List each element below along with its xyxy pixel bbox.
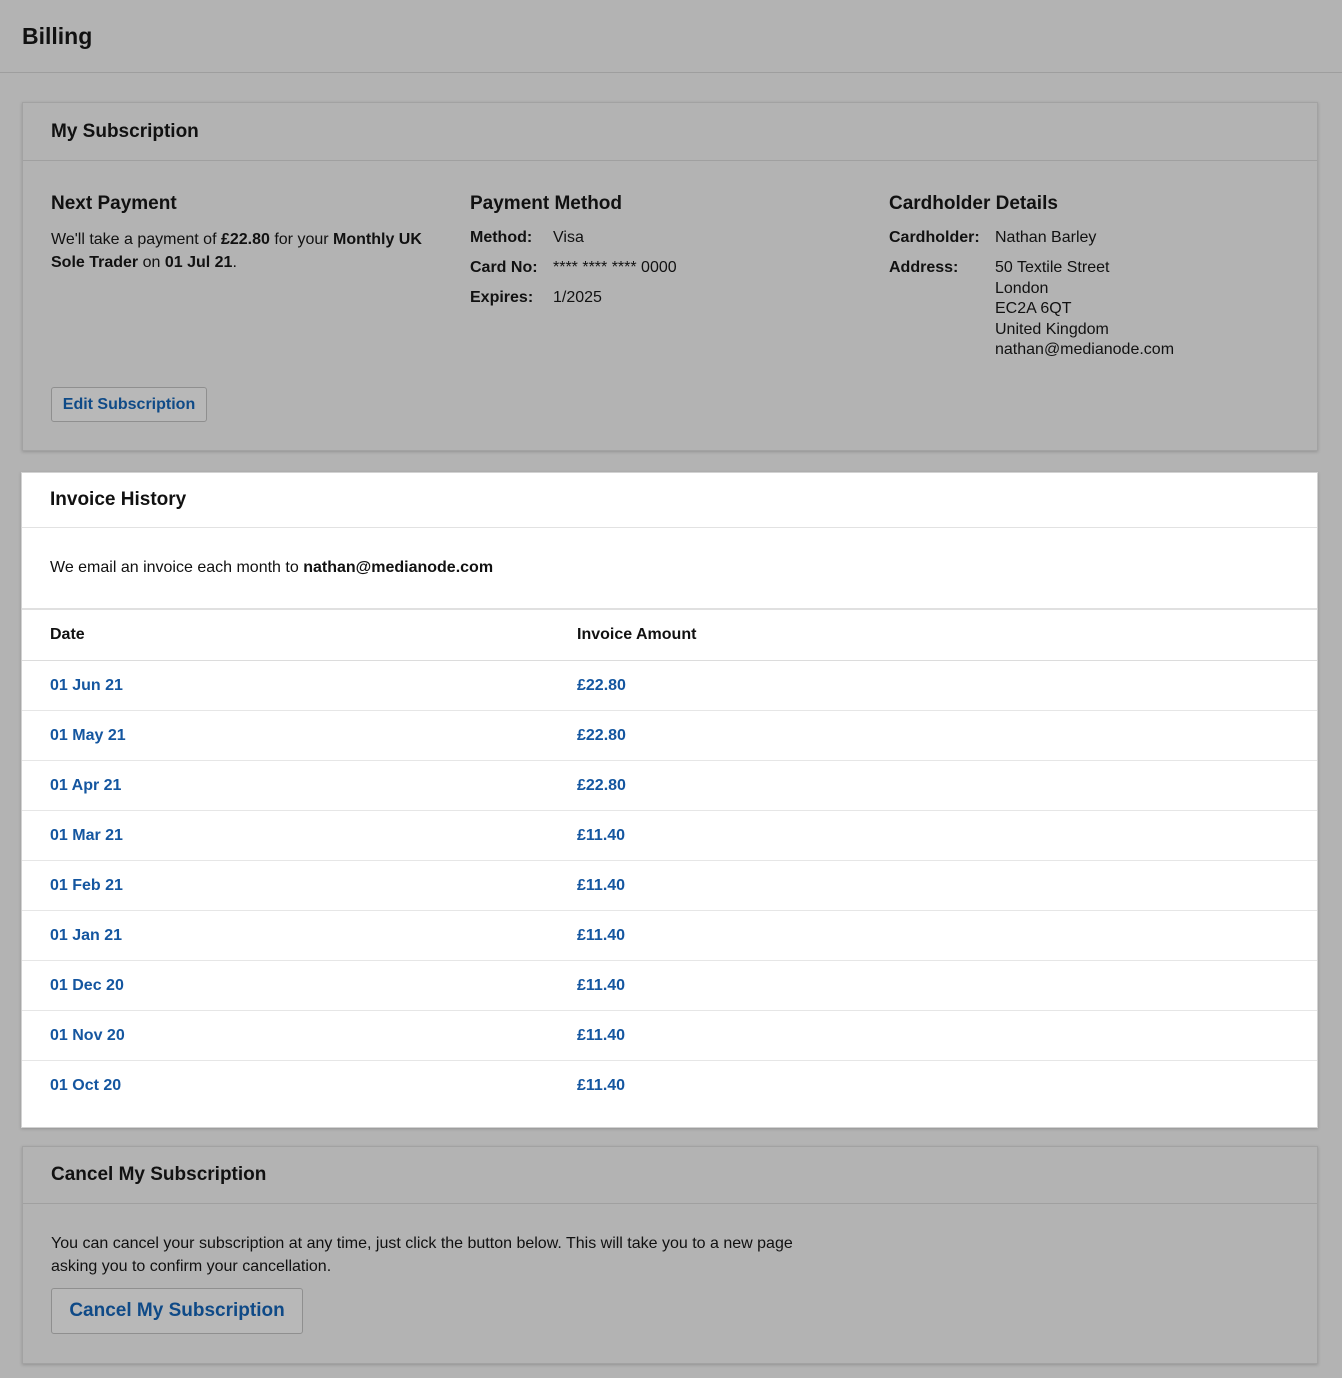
invoice-date-link[interactable]: 01 Mar 21 [50, 827, 123, 844]
next-payment-heading: Next Payment [51, 193, 177, 214]
page-title: Billing [22, 22, 93, 49]
address-line: United Kingdom [995, 320, 1109, 338]
card-number-row: Card No: **** **** **** 0000 [470, 258, 870, 278]
cardholder-value: Nathan Barley [995, 229, 1097, 246]
subscription-card-header: My Subscription [23, 103, 1317, 161]
invoice-history-card: Invoice History We email an invoice each… [21, 472, 1318, 1128]
address-label: Address: [889, 259, 959, 276]
invoice-intro: We email an invoice each month to nathan… [22, 528, 1317, 610]
next-payment-section: Next Payment We'll take a payment of £22… [51, 193, 451, 274]
address-email: nathan@medianode.com [995, 341, 1175, 359]
cancel-subscription-body: You can cancel your subscription at any … [23, 1204, 1317, 1334]
invoice-intro-email: nathan@medianode.com [303, 559, 494, 576]
cardholder-row: Cardholder: Nathan Barley [889, 228, 1289, 248]
invoice-amount-link[interactable]: £11.40 [577, 977, 625, 994]
expires-row: Expires: 1/2025 [470, 288, 870, 308]
cancel-subscription-card: Cancel My Subscription You can cancel yo… [22, 1146, 1318, 1364]
invoice-date-link[interactable]: 01 Apr 21 [50, 777, 121, 794]
invoice-amount-link[interactable]: £11.40 [577, 927, 625, 944]
cancel-subscription-title: Cancel My Subscription [51, 1164, 267, 1185]
invoice-date-link[interactable]: 01 Jan 21 [50, 927, 122, 944]
invoice-amount-link[interactable]: £22.80 [577, 677, 626, 694]
address-row: Address: 50 Textile Street London EC2A 6… [889, 258, 1289, 361]
table-row: 01 Nov 20 £11.40 [22, 1011, 1317, 1061]
cardholder-section: Cardholder Details Cardholder: Nathan Ba… [889, 193, 1289, 361]
cancel-subscription-button[interactable]: Cancel My Subscription [51, 1288, 303, 1334]
invoice-amount-link[interactable]: £22.80 [577, 777, 626, 794]
next-payment-text-part: . [232, 254, 237, 271]
invoice-amount-link[interactable]: £11.40 [577, 877, 625, 894]
expires-value: 1/2025 [553, 289, 602, 306]
table-row: 01 Apr 21 £22.80 [22, 761, 1317, 811]
address-line: 50 Textile Street [995, 259, 1110, 276]
invoice-history-header: Invoice History [22, 473, 1317, 528]
table-row: 01 Mar 21 £11.40 [22, 811, 1317, 861]
invoice-date-link[interactable]: 01 Feb 21 [50, 877, 123, 894]
invoice-history-title: Invoice History [50, 489, 187, 510]
table-row: 01 May 21 £22.80 [22, 711, 1317, 761]
next-payment-text-part: We'll take a payment of [51, 231, 221, 248]
cardholder-label: Cardholder: [889, 229, 980, 246]
cancel-subscription-header: Cancel My Subscription [23, 1147, 1317, 1204]
cardholder-heading: Cardholder Details [889, 193, 1058, 214]
table-row: 01 Jun 21 £22.80 [22, 661, 1317, 711]
column-header-date: Date [50, 626, 85, 643]
invoice-date-link[interactable]: 01 Jun 21 [50, 677, 123, 694]
page-header: Billing [0, 0, 1342, 73]
column-header-amount: Invoice Amount [577, 626, 697, 643]
table-row: 01 Oct 20 £11.40 [22, 1061, 1317, 1111]
invoice-date-link[interactable]: 01 May 21 [50, 727, 126, 744]
next-payment-amount: £22.80 [220, 231, 270, 248]
invoice-table: Date Invoice Amount 01 Jun 21 £22.80 01 … [22, 610, 1317, 1111]
invoice-intro-text: We email an invoice each month to [50, 559, 299, 576]
expires-label: Expires: [470, 289, 534, 306]
invoice-amount-link[interactable]: £11.40 [577, 1027, 625, 1044]
subscription-details: Next Payment We'll take a payment of £22… [23, 161, 1317, 381]
table-row: 01 Dec 20 £11.40 [22, 961, 1317, 1011]
cancel-subscription-text: You can cancel your subscription at any … [51, 1235, 793, 1275]
payment-method-section: Payment Method Method: Visa Card No: ***… [470, 193, 870, 318]
next-payment-text: We'll take a payment of £22.80 for your … [51, 228, 451, 274]
payment-method-heading: Payment Method [470, 193, 623, 214]
method-label: Method: [470, 229, 533, 246]
method-value: Visa [553, 229, 584, 246]
invoice-table-header: Date Invoice Amount [22, 610, 1317, 661]
invoice-amount-link[interactable]: £11.40 [577, 827, 625, 844]
subscription-title: My Subscription [51, 120, 199, 142]
next-payment-text-part: on [138, 254, 165, 271]
card-number-value: **** **** **** 0000 [553, 259, 677, 276]
invoice-date-link[interactable]: 01 Nov 20 [50, 1027, 125, 1044]
method-row: Method: Visa [470, 228, 870, 248]
next-payment-text-part: for your [269, 231, 334, 248]
card-number-label: Card No: [470, 259, 538, 276]
invoice-amount-link[interactable]: £11.40 [577, 1077, 625, 1094]
subscription-card: My Subscription Next Payment We'll take … [22, 102, 1318, 451]
next-payment-date: 01 Jul 21 [164, 254, 233, 271]
invoice-date-link[interactable]: 01 Dec 20 [50, 977, 124, 994]
address-line: EC2A 6QT [995, 300, 1072, 318]
table-row: 01 Jan 21 £11.40 [22, 911, 1317, 961]
table-row: 01 Feb 21 £11.40 [22, 861, 1317, 911]
invoice-date-link[interactable]: 01 Oct 20 [50, 1077, 121, 1094]
edit-subscription-button[interactable]: Edit Subscription [51, 387, 207, 422]
invoice-amount-link[interactable]: £22.80 [577, 727, 626, 744]
address-value: 50 Textile Street London EC2A 6QT United… [995, 258, 1174, 361]
address-line: London [995, 279, 1049, 297]
